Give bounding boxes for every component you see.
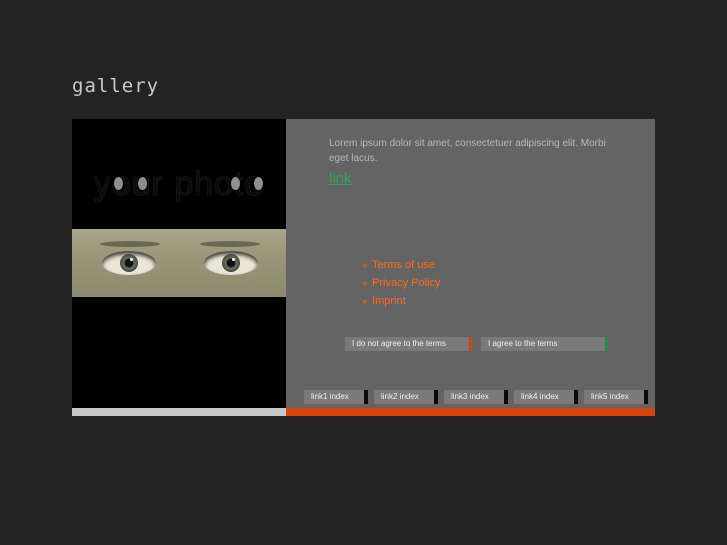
photo-heading-dots: [72, 177, 286, 191]
nav-link-2[interactable]: link2 index: [374, 390, 438, 404]
nav-link-4[interactable]: link4 index: [514, 390, 578, 404]
bullet-icon: »: [362, 296, 368, 306]
nav-link-3[interactable]: link3 index: [444, 390, 508, 404]
terms-item-terms-of-use[interactable]: » Terms of use: [362, 256, 440, 274]
intro-text: Lorem ipsum dolor sit amet, consectetuer…: [329, 138, 606, 164]
bullet-icon: »: [362, 278, 368, 288]
bullet-icon: »: [362, 260, 368, 270]
terms-item-label: Terms of use: [372, 259, 435, 271]
content-panel-footer-bar: [286, 408, 655, 416]
page-title: gallery: [72, 75, 160, 97]
eyes-photo: [72, 229, 286, 297]
nav-link-1[interactable]: link1 index: [304, 390, 368, 404]
terms-list: » Terms of use » Privacy Policy » Imprint: [362, 256, 440, 310]
terms-item-privacy-policy[interactable]: » Privacy Policy: [362, 274, 440, 292]
gallery-frame: your photo Lorem ipsum dolor sit amet, c…: [72, 119, 655, 416]
terms-item-label: Imprint: [372, 295, 406, 307]
agree-button[interactable]: I agree to the terms: [481, 337, 608, 351]
terms-item-imprint[interactable]: » Imprint: [362, 292, 440, 310]
terms-item-label: Privacy Policy: [372, 277, 441, 289]
photo-panel-footer-bar: [72, 408, 286, 416]
nav-link-5[interactable]: link5 index: [584, 390, 648, 404]
photo-panel: your photo: [72, 119, 286, 408]
disagree-button[interactable]: I do not agree to the terms: [345, 337, 472, 351]
intro-link[interactable]: link: [329, 170, 352, 187]
content-panel: Lorem ipsum dolor sit amet, consectetuer…: [286, 119, 655, 408]
